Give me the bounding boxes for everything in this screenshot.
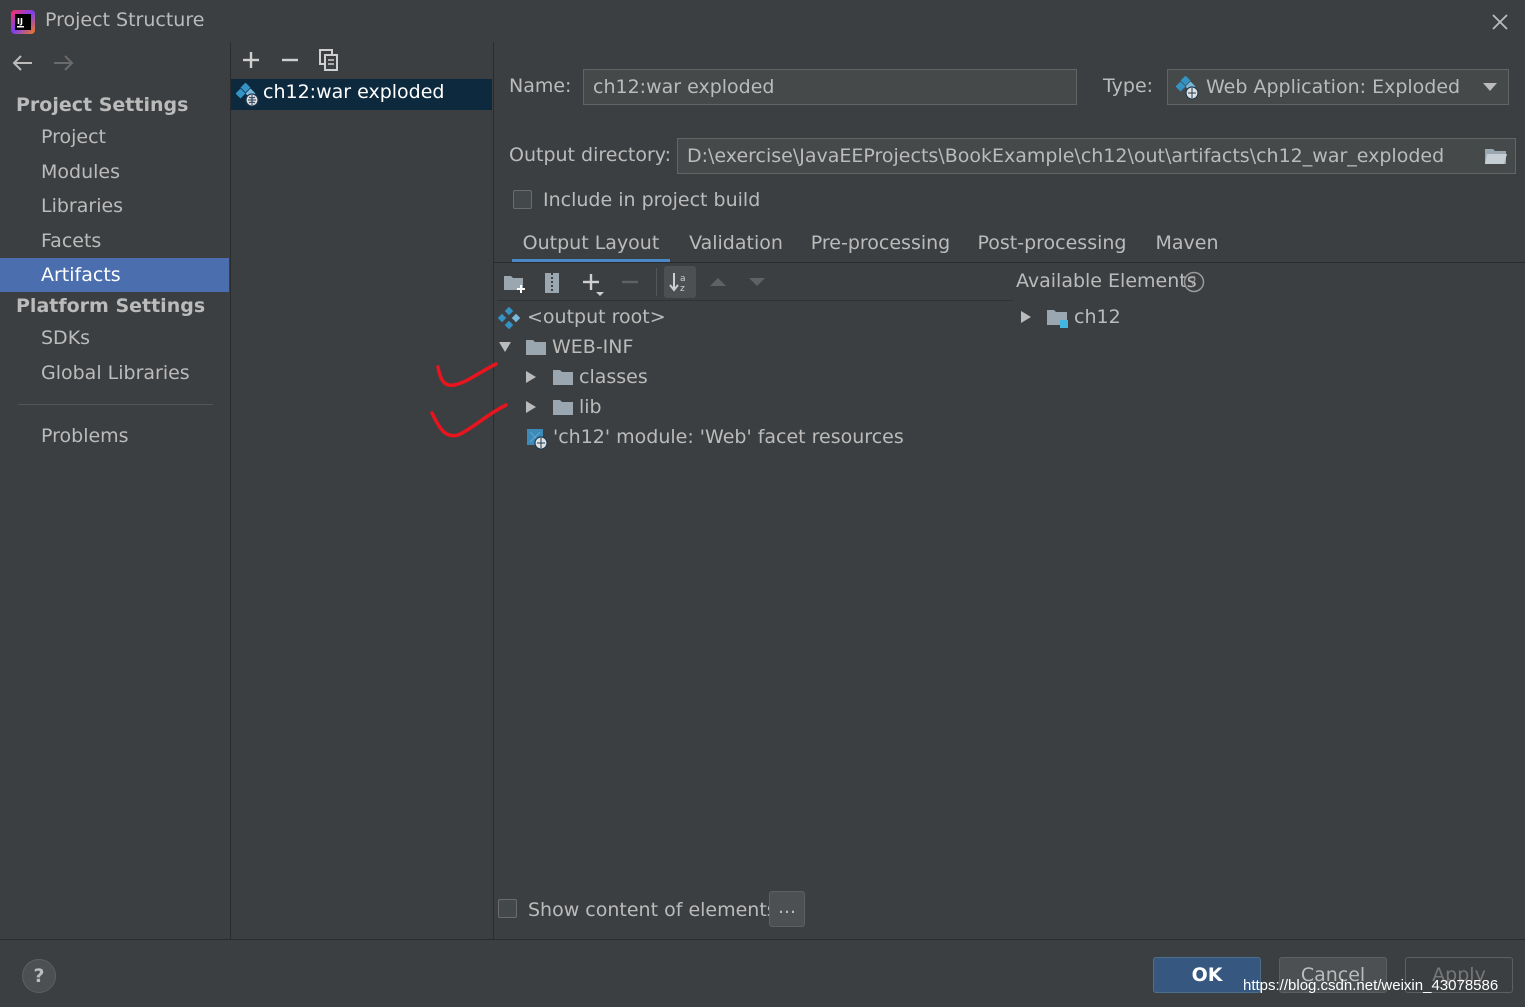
folder-icon [553,370,573,385]
move-up-icon[interactable] [707,273,729,291]
layout-toolbar-divider [497,300,1013,301]
tab-validation[interactable]: Validation [684,228,788,262]
tree-item-web-facet-resources[interactable]: 'ch12' module: 'Web' facet resources [553,426,904,448]
forward-arrow-icon[interactable] [50,52,76,74]
available-item-ch12[interactable]: ch12 [1074,306,1121,328]
type-label: Type: [1103,75,1154,97]
sort-alphabetically-icon: a z [669,273,686,294]
show-content-checkbox[interactable] [498,899,517,918]
title-bar [0,0,1525,42]
collapsed-triangle-icon[interactable] [524,370,538,384]
folder-browse-icon[interactable] [1484,146,1508,166]
output-root-icon [498,307,520,329]
move-down-icon[interactable] [746,273,768,291]
create-archive-icon[interactable] [541,271,563,295]
expanded-triangle-icon[interactable] [498,340,512,354]
svg-text:?: ? [1190,276,1197,291]
show-content-label: Show content of elements [528,899,777,921]
show-content-options-button[interactable]: ... [769,891,805,927]
folder-icon [526,340,546,355]
help-circle-icon[interactable]: ? [1183,271,1205,293]
nav-item-artifacts[interactable]: Artifacts [0,258,229,292]
close-icon[interactable] [1486,8,1514,36]
web-facet-icon [527,429,548,450]
watermark-text: https://blog.csdn.net/weixin_43078586 [1243,977,1499,994]
project-settings-header: Project Settings [16,94,189,116]
remove-element-icon[interactable] [619,270,641,294]
create-directory-icon[interactable] [502,271,528,295]
module-folder-icon [1047,310,1068,328]
tabs-divider [493,262,1525,263]
add-copy-of-icon[interactable] [579,270,607,298]
name-label: Name: [509,75,572,97]
tree-item-lib[interactable]: lib [579,396,602,418]
tab-pre-processing[interactable]: Pre-processing [808,228,953,262]
chevron-down-icon [1483,83,1497,91]
web-artifact-icon [236,83,259,107]
add-icon[interactable] [238,47,264,73]
output-directory-input[interactable]: D:\exercise\JavaEEProjects\BookExample\c… [677,138,1516,174]
remove-icon[interactable] [277,47,303,73]
toolbar-separator [656,268,657,296]
intellij-logo-icon: IJ [11,10,35,34]
artifact-list-item-label: ch12:war exploded [263,81,445,103]
red-check-annotation-icon [430,362,508,438]
output-directory-label: Output directory: [509,144,672,166]
svg-text:a: a [680,274,686,284]
tree-item-output-root[interactable]: <output root> [527,306,666,328]
svg-text:IJ: IJ [17,17,23,26]
nav-divider [18,404,213,405]
nav-item-project[interactable]: Project [0,120,229,154]
tab-output-layout[interactable]: Output Layout [512,228,670,262]
web-artifact-icon [1176,76,1199,100]
folder-icon [553,400,573,415]
collapsed-triangle-icon[interactable] [524,400,538,414]
svg-text:z: z [680,284,685,294]
back-arrow-icon[interactable] [10,52,36,74]
platform-settings-header: Platform Settings [16,295,206,317]
nav-item-global-libraries[interactable]: Global Libraries [0,356,229,390]
name-input[interactable]: ch12:war exploded [583,69,1077,105]
tab-post-processing[interactable]: Post-processing [975,228,1129,262]
artifacts-list-panel [230,42,494,939]
tree-item-classes[interactable]: classes [579,366,648,388]
include-in-build-checkbox[interactable] [513,190,532,209]
include-in-build-label: Include in project build [543,189,761,211]
nav-item-libraries[interactable]: Libraries [0,189,229,223]
nav-item-facets[interactable]: Facets [0,224,229,258]
collapsed-triangle-icon[interactable] [1019,310,1033,324]
tab-maven[interactable]: Maven [1150,228,1224,262]
nav-item-sdks[interactable]: SDKs [0,321,229,355]
available-elements-label: Available Elements [1016,270,1197,292]
nav-item-problems[interactable]: Problems [0,419,229,453]
help-button[interactable]: ? [22,959,56,993]
nav-item-modules[interactable]: Modules [0,155,229,189]
type-dropdown-value: Web Application: Exploded [1206,76,1461,98]
copy-icon[interactable] [316,47,342,73]
window-title: Project Structure [45,9,205,31]
tree-item-web-inf[interactable]: WEB-INF [552,336,633,358]
